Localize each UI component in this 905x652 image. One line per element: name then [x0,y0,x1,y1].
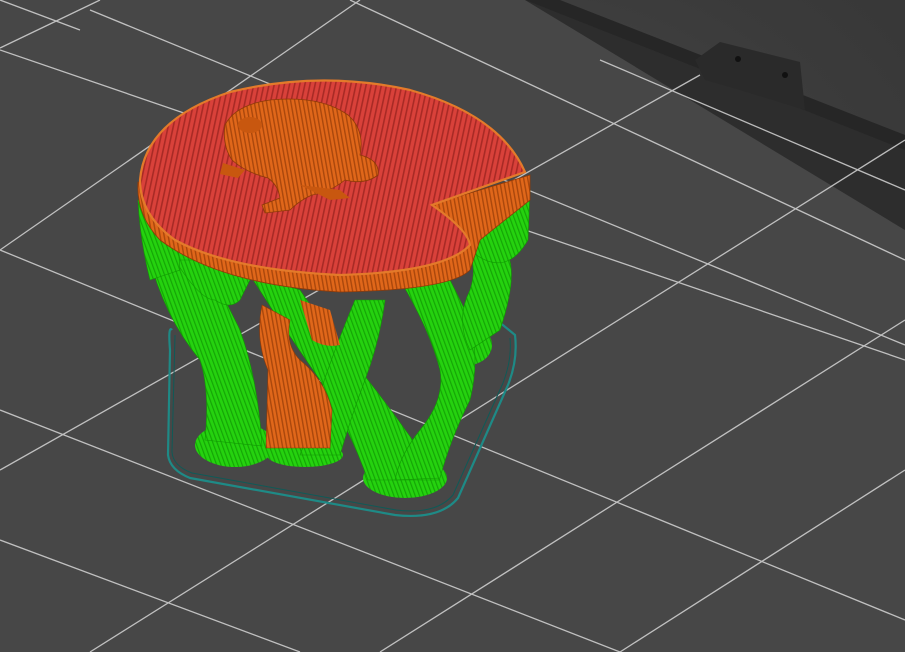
3d-preview-viewport[interactable] [0,0,905,652]
print-preview-scene[interactable] [0,0,905,652]
